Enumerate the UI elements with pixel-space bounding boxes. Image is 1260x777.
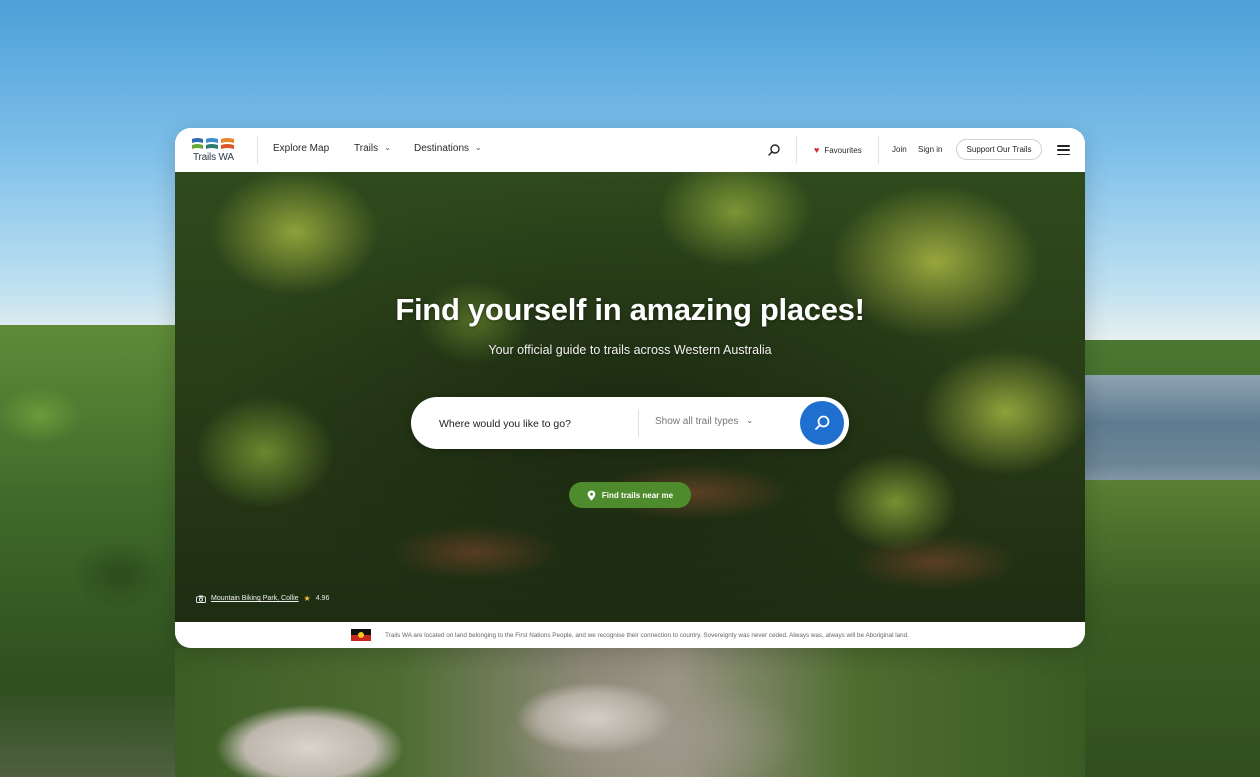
chevron-down-icon: ⌄ [384, 143, 391, 152]
menu-line [1057, 153, 1070, 156]
nav-destinations-dropdown[interactable]: Destinations ⌄ [414, 143, 482, 154]
heart-icon: ♥ [814, 145, 820, 155]
nav-divider [878, 136, 879, 164]
top-nav: Trails WA Explore Map Trails ⌄ Destinati… [175, 128, 1085, 173]
shrub-background-left [0, 325, 175, 777]
logo-mark-icon [192, 138, 234, 149]
rocky-path-background [175, 648, 1085, 777]
nav-divider [257, 136, 258, 164]
favourites-label: Favourites [824, 146, 862, 155]
acknowledgement-bar: Trails WA are located on land belonging … [175, 622, 1085, 648]
acknowledgement-text: Trails WA are located on land belonging … [385, 631, 909, 639]
nav-trails-label: Trails [354, 143, 379, 154]
menu-line [1057, 145, 1070, 147]
search-icon [815, 415, 830, 430]
nav-explore-map[interactable]: Explore Map [273, 143, 329, 154]
search-divider [638, 409, 639, 437]
destination-search-input[interactable] [437, 414, 631, 434]
browser-card: Trails WA Explore Map Trails ⌄ Destinati… [175, 128, 1085, 648]
chevron-down-icon: ⌄ [746, 416, 754, 425]
nav-divider [796, 136, 797, 164]
shrub-background-right [1085, 480, 1260, 777]
hero-section: Find yourself in amazing places! Your of… [175, 172, 1085, 622]
near-me-label: Find trails near me [601, 490, 674, 500]
nav-destinations-label: Destinations [414, 143, 470, 154]
menu-line [1057, 149, 1070, 151]
photo-rating: 4.96 [315, 595, 330, 602]
hero-subtitle: Your official guide to trails across Wes… [488, 343, 772, 357]
location-pin-icon [587, 490, 596, 500]
find-trails-near-me-button[interactable]: Find trails near me [569, 482, 691, 508]
search-icon[interactable] [767, 143, 781, 157]
sign-in-link[interactable]: Sign in [918, 145, 942, 154]
trail-search-bar: Show all trail types ⌄ [411, 397, 849, 449]
nav-explore-map-label: Explore Map [273, 143, 330, 154]
hero-title: Find yourself in amazing places! [395, 292, 865, 327]
aboriginal-flag-icon [351, 629, 372, 641]
chevron-down-icon: ⌄ [475, 143, 482, 152]
photo-location-link[interactable]: Mountain Biking Park, Collie [211, 595, 299, 602]
photo-credit: Mountain Biking Park, Collie ★ 4.96 [196, 594, 329, 603]
nav-trails-dropdown[interactable]: Trails ⌄ [354, 143, 391, 154]
support-our-trails-button[interactable]: Support Our Trails [956, 139, 1042, 160]
sea-background [1085, 375, 1260, 495]
favourites-link[interactable]: ♥ Favourites [814, 145, 862, 155]
search-submit-button[interactable] [800, 401, 844, 445]
logo-text: Trails WA [193, 152, 234, 163]
join-link[interactable]: Join [892, 145, 907, 154]
trail-type-label: Show all trail types [655, 416, 739, 427]
trail-type-select[interactable]: Show all trail types ⌄ [655, 416, 753, 427]
star-icon: ★ [303, 594, 311, 603]
camera-icon [196, 595, 206, 603]
hamburger-menu-icon[interactable] [1057, 145, 1070, 156]
